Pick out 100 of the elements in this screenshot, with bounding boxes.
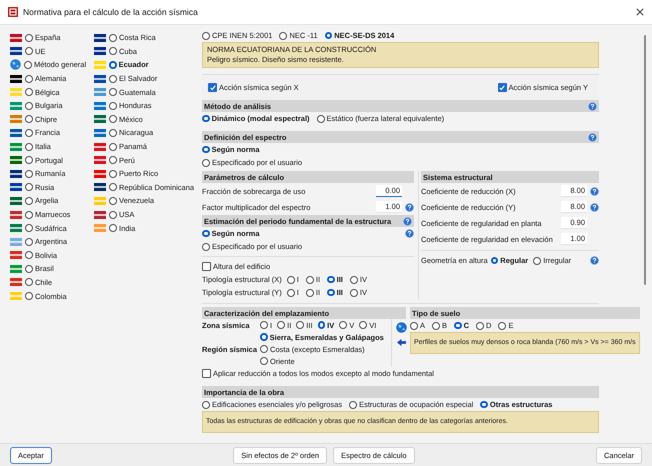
flag-icon: [94, 60, 106, 69]
close-icon[interactable]: [636, 8, 644, 16]
flag-icon: [94, 170, 106, 178]
radio-button[interactable]: [202, 32, 210, 40]
radio-button[interactable]: [109, 224, 117, 232]
radio-button[interactable]: [296, 321, 304, 329]
help-icon[interactable]: [405, 229, 414, 238]
checkbox[interactable]: [202, 262, 211, 271]
radio-button[interactable]: [202, 146, 210, 154]
help-icon[interactable]: [590, 202, 599, 212]
flag-icon: [10, 278, 22, 286]
radio-button[interactable]: [25, 264, 33, 273]
radio-button[interactable]: [25, 47, 33, 56]
help-icon[interactable]: [590, 186, 599, 196]
radio-button[interactable]: [260, 357, 268, 365]
radio-button[interactable]: [109, 210, 117, 219]
radio-button[interactable]: [476, 322, 484, 330]
radio-button[interactable]: [25, 102, 33, 110]
radio-button[interactable]: [109, 74, 117, 83]
radio-button[interactable]: [25, 278, 33, 286]
radio-button[interactable]: [202, 158, 210, 166]
radio-button[interactable]: [25, 196, 33, 205]
radio-button[interactable]: [202, 242, 210, 250]
radio-button[interactable]: [109, 88, 117, 96]
flag-icon: [10, 196, 22, 205]
flag-icon: [10, 115, 22, 124]
radio-button[interactable]: [25, 34, 33, 42]
radio-button[interactable]: [25, 74, 33, 83]
help-icon[interactable]: [405, 202, 414, 212]
flag-icon: [10, 251, 22, 260]
radio-button[interactable]: [202, 230, 210, 238]
radio-button[interactable]: [286, 276, 295, 284]
radio-button[interactable]: [25, 88, 33, 96]
radio-button[interactable]: [109, 196, 117, 205]
radio-button[interactable]: [359, 321, 368, 329]
scrollbar-thumb[interactable]: [644, 35, 646, 285]
radio-button[interactable]: [25, 115, 33, 124]
radio-button[interactable]: [498, 322, 506, 330]
radio-button[interactable]: [25, 292, 33, 300]
radio-button[interactable]: [533, 256, 542, 264]
help-icon[interactable]: [403, 216, 412, 226]
radio-button[interactable]: [327, 276, 335, 284]
flag-icon: [94, 88, 106, 96]
radio-button[interactable]: [327, 288, 335, 296]
radio-button[interactable]: [109, 142, 117, 151]
radio-button[interactable]: [109, 183, 117, 192]
radio-button[interactable]: [410, 322, 418, 330]
radio-button[interactable]: [350, 276, 358, 284]
radio-button[interactable]: [109, 156, 117, 164]
radio-button[interactable]: [260, 333, 268, 341]
flag-icon: [94, 183, 106, 192]
radio-button[interactable]: [286, 288, 295, 296]
radio-button[interactable]: [25, 224, 33, 232]
radio-button[interactable]: [202, 400, 210, 408]
radio-button[interactable]: [306, 276, 314, 284]
help-icon[interactable]: [588, 132, 597, 142]
radio-button[interactable]: [350, 288, 358, 296]
checkbox[interactable]: [202, 369, 211, 378]
checkbox[interactable]: [498, 83, 507, 92]
radio-button[interactable]: [25, 251, 33, 260]
radio-button[interactable]: [279, 32, 288, 40]
radio-button[interactable]: [318, 321, 326, 329]
checkbox[interactable]: [208, 83, 217, 92]
arrow-left-icon[interactable]: [396, 338, 406, 347]
help-icon[interactable]: [588, 102, 597, 110]
radio-button[interactable]: [260, 321, 268, 329]
radio-button[interactable]: [109, 61, 117, 69]
flag-icon: [10, 264, 22, 273]
flag-icon: [10, 156, 22, 164]
radio-button[interactable]: [316, 114, 325, 122]
radio-button[interactable]: [25, 210, 33, 219]
help-icon[interactable]: [590, 256, 599, 265]
globe-icon[interactable]: [396, 322, 407, 333]
radio-button[interactable]: [25, 183, 33, 192]
radio-button[interactable]: [109, 170, 117, 178]
radio-button[interactable]: [324, 32, 332, 40]
radio-button[interactable]: [25, 142, 33, 151]
flag-icon: [10, 170, 22, 178]
radio-button[interactable]: [24, 60, 32, 69]
radio-button[interactable]: [25, 170, 33, 178]
window-title: Normativa para el cálculo de la acción sísmica: [23, 7, 198, 17]
radio-button[interactable]: [109, 34, 117, 42]
radio-button[interactable]: [454, 322, 462, 330]
radio-button[interactable]: [490, 256, 498, 264]
radio-button[interactable]: [339, 321, 348, 329]
radio-button[interactable]: [306, 288, 314, 296]
radio-button[interactable]: [25, 156, 33, 164]
radio-button[interactable]: [202, 114, 210, 122]
radio-button[interactable]: [25, 238, 33, 246]
radio-button[interactable]: [109, 47, 117, 56]
radio-button[interactable]: [480, 400, 488, 408]
radio-button[interactable]: [25, 128, 33, 137]
flag-icon: [94, 196, 106, 205]
radio-button[interactable]: [260, 345, 268, 353]
radio-button[interactable]: [109, 128, 117, 137]
radio-button[interactable]: [277, 321, 286, 329]
radio-button[interactable]: [109, 115, 117, 124]
radio-button[interactable]: [349, 400, 358, 408]
radio-button[interactable]: [432, 322, 440, 330]
radio-button[interactable]: [109, 102, 117, 110]
